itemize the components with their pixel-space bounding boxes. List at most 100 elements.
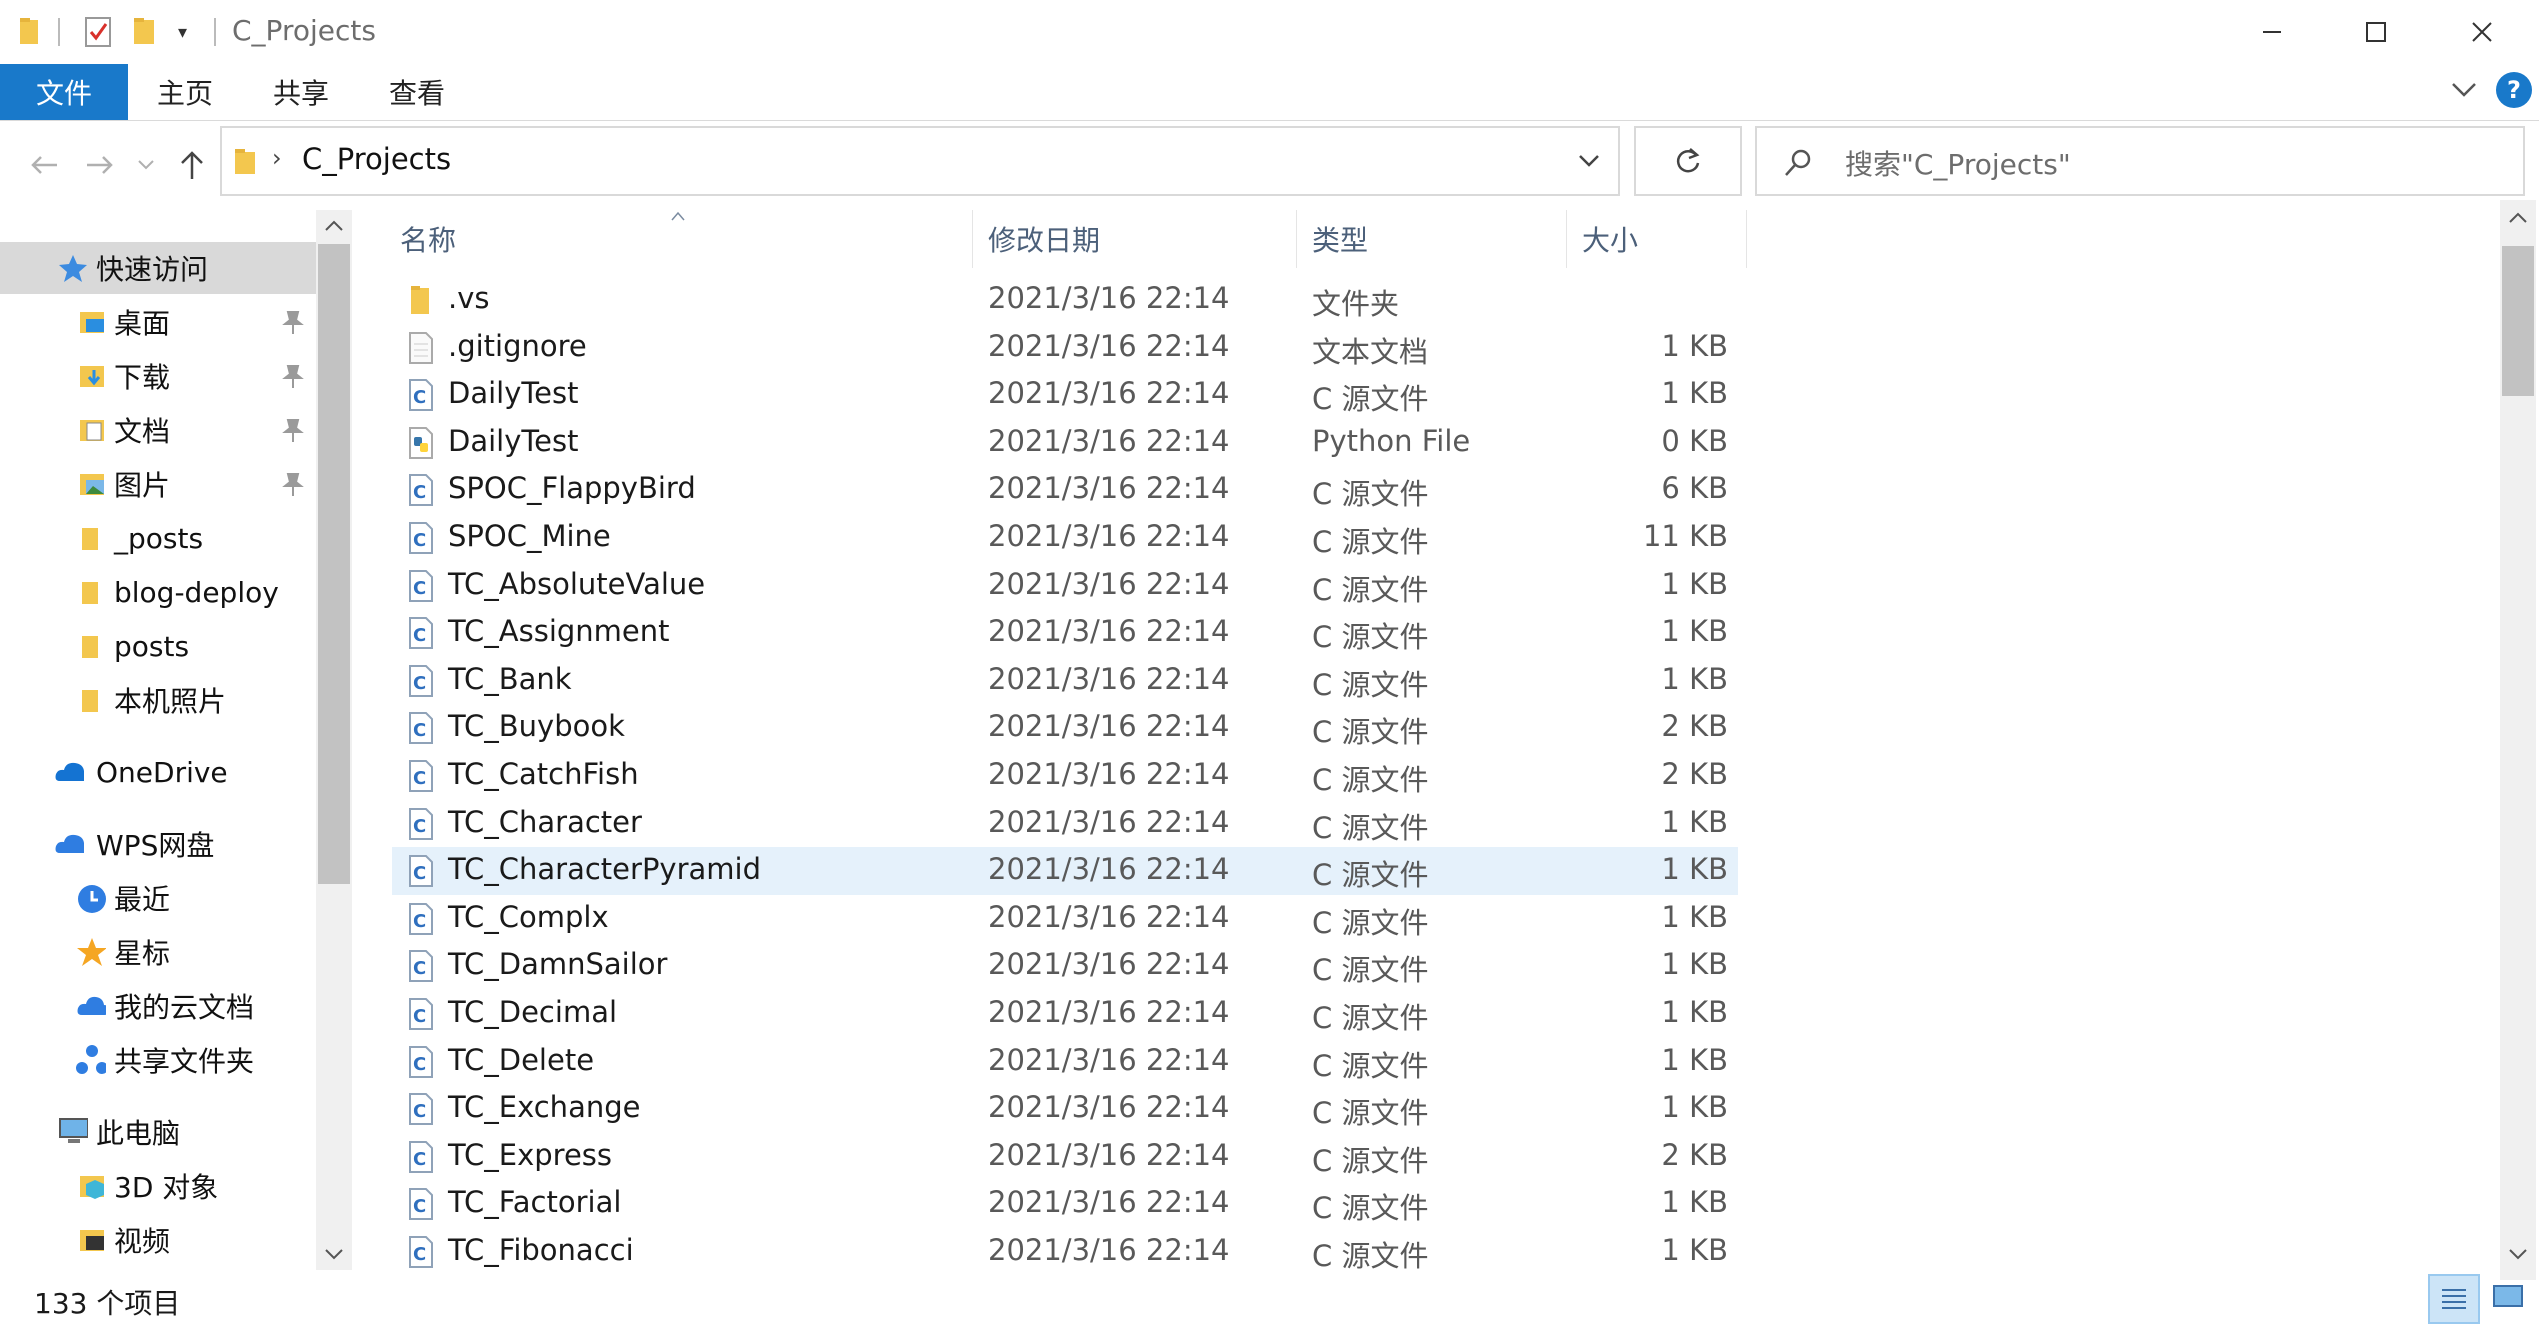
file-row[interactable]: C TC_Express 2021/3/16 22:14 C 源文件 2 KB	[392, 1133, 1738, 1181]
address-bar[interactable]: › C_Projects	[220, 126, 1620, 196]
nav-item-posts-underscore[interactable]: _posts	[0, 512, 316, 564]
file-name[interactable]: TC_Assignment	[448, 614, 670, 648]
nav-item-starred[interactable]: 星标	[0, 926, 316, 978]
file-row[interactable]: C TC_DamnSailor 2021/3/16 22:14 C 源文件 1 KB	[392, 942, 1738, 990]
search-box[interactable]: 搜索"C_Projects"	[1755, 126, 2525, 196]
file-name[interactable]: TC_CharacterPyramid	[448, 852, 761, 886]
file-name[interactable]: SPOC_FlappyBird	[448, 471, 696, 505]
nav-this-pc[interactable]: 此电脑	[0, 1106, 316, 1158]
file-row[interactable]: C TC_Decimal 2021/3/16 22:14 C 源文件 1 KB	[392, 990, 1738, 1038]
pin-icon[interactable]	[282, 364, 304, 390]
file-name[interactable]: TC_Complx	[448, 900, 609, 934]
scroll-down-icon[interactable]	[324, 1248, 344, 1262]
minimize-button[interactable]	[2222, 0, 2322, 64]
file-name[interactable]: TC_CatchFish	[448, 757, 639, 791]
file-row[interactable]: C SPOC_FlappyBird 2021/3/16 22:14 C 源文件 6 KB	[392, 466, 1738, 514]
file-row[interactable]: C TC_Fibonacci 2021/3/16 22:14 C 源文件 1 KB	[392, 1228, 1738, 1276]
column-type[interactable]: 类型	[1312, 210, 1562, 268]
file-row[interactable]: C TC_Buybook 2021/3/16 22:14 C 源文件 2 KB	[392, 704, 1738, 752]
scroll-up-icon[interactable]	[2508, 210, 2528, 224]
new-folder-icon[interactable]	[132, 16, 156, 46]
file-name[interactable]: TC_Delete	[448, 1043, 594, 1077]
file-row[interactable]: C TC_Exchange 2021/3/16 22:14 C 源文件 1 KB	[392, 1085, 1738, 1133]
file-name[interactable]: TC_Character	[448, 805, 642, 839]
file-name[interactable]: TC_DamnSailor	[448, 947, 667, 981]
forward-button[interactable]	[80, 140, 120, 190]
nav-item-posts[interactable]: posts	[0, 620, 316, 672]
file-name[interactable]: TC_AbsoluteValue	[448, 567, 705, 601]
breadcrumb-current-folder[interactable]: C_Projects	[302, 142, 451, 176]
nav-item-blog-deploy[interactable]: blog-deploy	[0, 566, 316, 618]
column-divider[interactable]	[1746, 210, 1747, 268]
file-name[interactable]: DailyTest	[448, 424, 579, 458]
nav-item-downloads[interactable]: 下载	[0, 350, 316, 402]
file-name[interactable]: .gitignore	[448, 329, 587, 363]
nav-item-cloud-docs[interactable]: 我的云文档	[0, 980, 316, 1032]
file-row[interactable]: C SPOC_Mine 2021/3/16 22:14 C 源文件 11 KB	[392, 514, 1738, 562]
nav-wps[interactable]: WPS网盘	[0, 818, 316, 870]
pin-icon[interactable]	[282, 310, 304, 336]
scroll-down-icon[interactable]	[2508, 1248, 2528, 1262]
nav-item-desktop[interactable]: 桌面	[0, 296, 316, 348]
column-date-modified[interactable]: 修改日期	[988, 210, 1288, 268]
refresh-button[interactable]	[1634, 126, 1742, 196]
file-name[interactable]: .vs	[448, 281, 490, 315]
file-row[interactable]: C TC_Assignment 2021/3/16 22:14 C 源文件 1 KB	[392, 609, 1738, 657]
nav-onedrive[interactable]: OneDrive	[0, 746, 316, 798]
file-name[interactable]: TC_Fibonacci	[448, 1233, 634, 1267]
column-divider[interactable]	[1296, 210, 1297, 268]
details-view-button[interactable]	[2428, 1274, 2480, 1324]
pin-icon[interactable]	[282, 418, 304, 444]
file-row[interactable]: C TC_CharacterPyramid 2021/3/16 22:14 C 源文件…	[392, 847, 1738, 896]
recent-locations-button[interactable]	[134, 140, 158, 190]
tab-share[interactable]: 共享	[256, 64, 346, 120]
file-row[interactable]: C TC_Delete 2021/3/16 22:14 C 源文件 1 KB	[392, 1038, 1738, 1086]
nav-item-documents[interactable]: 文档	[0, 404, 316, 456]
file-name[interactable]: TC_Factorial	[448, 1185, 621, 1219]
tab-home[interactable]: 主页	[140, 64, 230, 120]
address-dropdown-icon[interactable]	[1578, 154, 1600, 168]
customize-quick-access-icon[interactable]: ▾	[178, 22, 187, 43]
nav-quick-access[interactable]: 快速访问	[0, 242, 316, 294]
file-row[interactable]: C TC_CatchFish 2021/3/16 22:14 C 源文件 2 KB	[392, 752, 1738, 800]
nav-item-recent[interactable]: 最近	[0, 872, 316, 924]
close-button[interactable]	[2432, 0, 2532, 64]
file-row[interactable]: C TC_Complx 2021/3/16 22:14 C 源文件 1 KB	[392, 895, 1738, 943]
file-row[interactable]: C TC_Factorial 2021/3/16 22:14 C 源文件 1 KB	[392, 1180, 1738, 1228]
column-divider[interactable]	[972, 210, 973, 268]
back-button[interactable]	[24, 140, 64, 190]
help-icon[interactable]: ?	[2496, 72, 2532, 108]
file-row[interactable]: .gitignore 2021/3/16 22:14 文本文档 1 KB	[392, 324, 1738, 372]
tab-view[interactable]: 查看	[372, 64, 462, 120]
large-icons-view-button[interactable]	[2484, 1274, 2536, 1324]
nav-item-shared-folder[interactable]: 共享文件夹	[0, 1034, 316, 1086]
properties-icon[interactable]	[84, 16, 112, 48]
breadcrumb-separator-icon[interactable]: ›	[272, 144, 282, 172]
column-size[interactable]: 大小	[1582, 210, 1732, 268]
file-row[interactable]: C TC_Character 2021/3/16 22:14 C 源文件 1 KB	[392, 800, 1738, 848]
nav-item-3d-objects[interactable]: 3D 对象	[0, 1160, 316, 1212]
tab-file[interactable]: 文件	[0, 64, 128, 120]
nav-item-pictures[interactable]: 图片	[0, 458, 316, 510]
file-name[interactable]: TC_Bank	[448, 662, 572, 696]
nav-item-local-photos[interactable]: 本机照片	[0, 674, 316, 726]
column-divider[interactable]	[1566, 210, 1567, 268]
maximize-button[interactable]	[2326, 0, 2426, 64]
nav-item-videos[interactable]: 视频	[0, 1214, 316, 1266]
expand-ribbon-icon[interactable]	[2450, 74, 2478, 111]
file-row[interactable]: .vs 2021/3/16 22:14 文件夹	[392, 276, 1738, 324]
nav-scrollbar-thumb[interactable]	[318, 244, 350, 884]
file-list-scrollbar-thumb[interactable]	[2502, 246, 2534, 396]
file-name[interactable]: TC_Buybook	[448, 709, 625, 743]
file-row[interactable]: C DailyTest 2021/3/16 22:14 C 源文件 1 KB	[392, 371, 1738, 419]
file-name[interactable]: DailyTest	[448, 376, 579, 410]
file-name[interactable]: TC_Exchange	[448, 1090, 640, 1124]
file-name[interactable]: SPOC_Mine	[448, 519, 611, 553]
file-name[interactable]: TC_Decimal	[448, 995, 617, 1029]
file-row[interactable]: DailyTest 2021/3/16 22:14 Python File 0 KB	[392, 419, 1738, 467]
file-row[interactable]: C TC_Bank 2021/3/16 22:14 C 源文件 1 KB	[392, 657, 1738, 705]
pin-icon[interactable]	[282, 472, 304, 498]
scroll-up-icon[interactable]	[324, 218, 344, 232]
file-row[interactable]: C TC_AbsoluteValue 2021/3/16 22:14 C 源文件 1 K…	[392, 562, 1738, 610]
up-button[interactable]	[172, 140, 212, 190]
